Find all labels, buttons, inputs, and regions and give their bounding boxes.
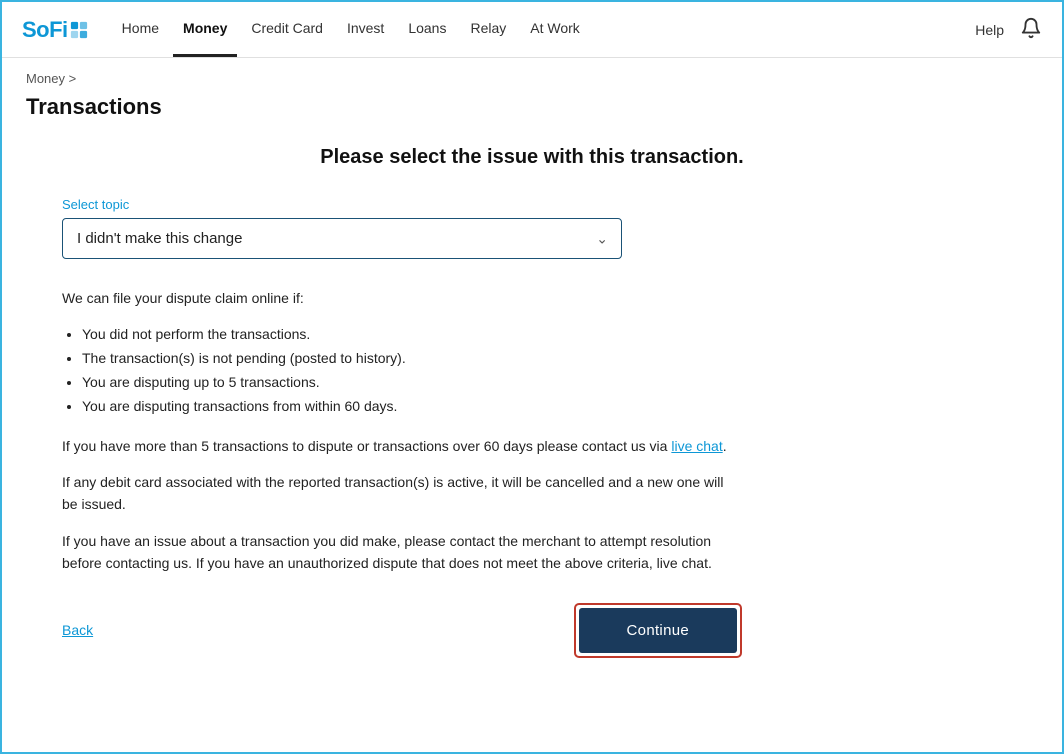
nav-link-invest[interactable]: Invest	[337, 2, 394, 57]
info-paragraph-2: If you have more than 5 transactions to …	[62, 435, 742, 457]
dropdown-wrapper: I didn't make this change Unauthorized c…	[62, 218, 622, 259]
nav-links: Home Money Credit Card Invest Loans Rela…	[112, 2, 976, 57]
nav-link-home[interactable]: Home	[112, 2, 169, 57]
nav-link-loans[interactable]: Loans	[398, 2, 456, 57]
nav-link-relay[interactable]: Relay	[460, 2, 516, 57]
continue-button-wrapper: Continue	[574, 603, 742, 658]
nav-right: Help	[975, 17, 1042, 42]
logo[interactable]: SoFi	[22, 17, 88, 43]
continue-button[interactable]: Continue	[579, 608, 737, 653]
select-topic-label: Select topic	[62, 197, 1002, 212]
page-title: Transactions	[26, 94, 1038, 120]
bullet-item-3: You are disputing transactions from with…	[82, 395, 762, 419]
logo-icon	[70, 21, 88, 39]
topic-dropdown[interactable]: I didn't make this change Unauthorized c…	[62, 218, 622, 259]
info-p2-after: .	[723, 438, 727, 454]
bullet-item-1: The transaction(s) is not pending (poste…	[82, 347, 762, 371]
back-link[interactable]: Back	[62, 622, 93, 638]
breadcrumb: Money >	[2, 58, 1062, 90]
logo-text: SoFi	[22, 17, 68, 43]
info-p2-before: If you have more than 5 transactions to …	[62, 438, 671, 454]
breadcrumb-separator: >	[69, 71, 77, 86]
help-link[interactable]: Help	[975, 22, 1004, 38]
info-paragraph-1: We can file your dispute claim online if…	[62, 287, 742, 309]
breadcrumb-money-link[interactable]: Money	[26, 71, 65, 86]
info-paragraph-4: If you have an issue about a transaction…	[62, 530, 742, 575]
nav-link-money[interactable]: Money	[173, 2, 237, 57]
main-content: Please select the issue with this transa…	[2, 136, 1062, 752]
top-navigation: SoFi Home Money Credit Card Invest Loans…	[2, 2, 1062, 58]
bullet-item-2: You are disputing up to 5 transactions.	[82, 371, 762, 395]
notification-bell-icon[interactable]	[1020, 17, 1042, 42]
info-paragraph-3: If any debit card associated with the re…	[62, 471, 742, 516]
nav-link-at-work[interactable]: At Work	[520, 2, 590, 57]
section-heading: Please select the issue with this transa…	[62, 146, 1002, 169]
nav-link-credit-card[interactable]: Credit Card	[241, 2, 333, 57]
page-title-area: Transactions	[2, 90, 1062, 136]
bullet-item-0: You did not perform the transactions.	[82, 323, 762, 347]
bullet-list: You did not perform the transactions. Th…	[82, 323, 762, 418]
bottom-actions: Back Continue	[62, 603, 742, 658]
live-chat-link[interactable]: live chat	[671, 438, 722, 454]
